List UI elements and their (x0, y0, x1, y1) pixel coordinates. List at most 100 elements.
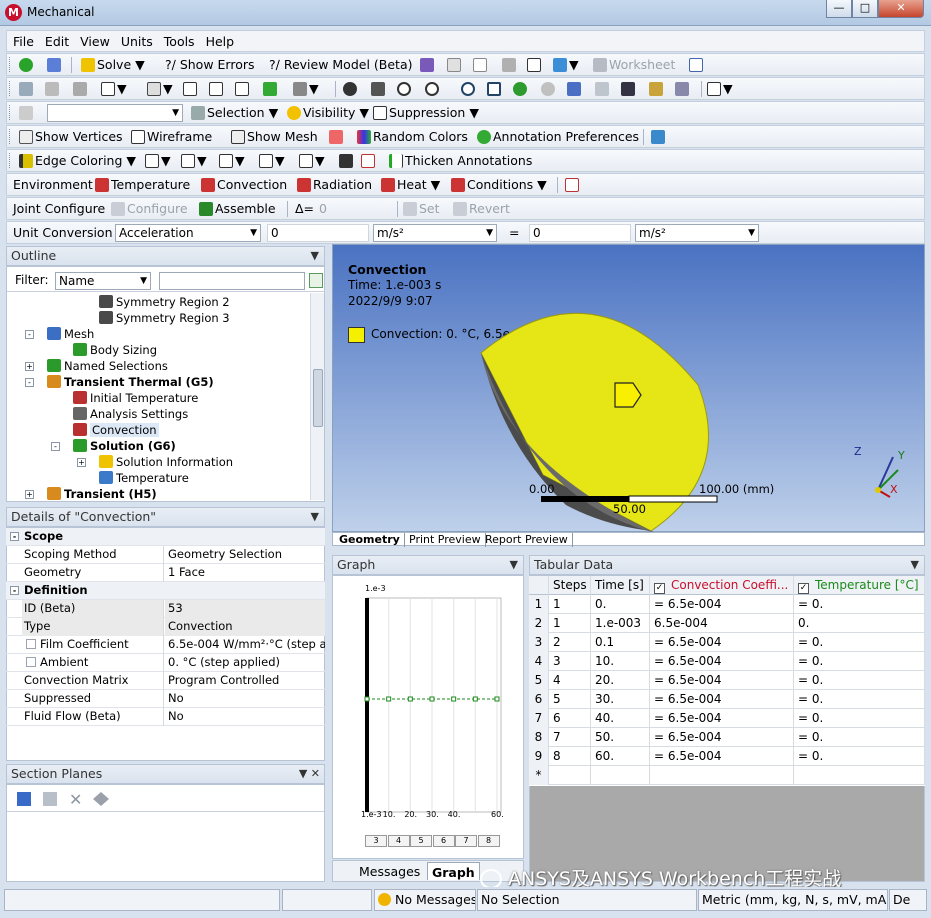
units-status[interactable]: Metric (mm, kg, N, s, mV, mA) (698, 889, 888, 911)
tab-graph[interactable]: Graph (427, 862, 480, 880)
close-button[interactable]: ✕ (878, 0, 924, 18)
pin-icon[interactable]: ▼ (911, 556, 919, 574)
edge-coloring-button[interactable]: Edge Coloring ▼ (19, 152, 136, 170)
table-cell[interactable]: = 6.5e-004 (650, 709, 794, 728)
thicken-annotations-button[interactable]: Thicken Annotations (389, 152, 532, 170)
expand-toggle[interactable]: - (51, 442, 60, 451)
minimize-button[interactable]: — (826, 0, 852, 18)
assemble-button[interactable]: Assemble (199, 200, 276, 218)
table-row[interactable]: 8 7 50. = 6.5e-004 = 0. (529, 728, 925, 747)
worksheet-button[interactable]: Worksheet (593, 56, 675, 74)
table-cell[interactable] (549, 766, 591, 785)
edge-style-1-icon[interactable]: ▼ (145, 152, 171, 170)
table-row[interactable]: 7 6 40. = 6.5e-004 = 0. (529, 709, 925, 728)
tree-item-named-selections[interactable]: Named Selections (47, 359, 168, 374)
table-cell[interactable]: 0. (591, 595, 650, 614)
table-cell[interactable]: 10. (591, 652, 650, 671)
set-button[interactable]: Set (403, 200, 440, 218)
show-section-icon[interactable] (93, 792, 109, 806)
expand-toggle[interactable]: + (77, 458, 86, 467)
table-cell[interactable]: = 0. (794, 595, 925, 614)
magnifier-gray-icon[interactable] (541, 80, 557, 98)
tab-print-preview[interactable]: Print Preview (405, 533, 486, 547)
edge-icon[interactable] (209, 80, 225, 98)
details-row[interactable]: Geometry 1 Face (6, 564, 325, 582)
collapse-toggle[interactable]: - (10, 586, 19, 595)
table-cell[interactable]: = 0. (794, 633, 925, 652)
details-row[interactable]: Film Coefficient 6.5e-004 W/mm²·°C (step … (6, 636, 325, 654)
table-cell[interactable]: = 0. (794, 728, 925, 747)
edge-style-3-icon[interactable]: ▼ (219, 152, 245, 170)
details-value[interactable]: Program Controlled (165, 672, 325, 690)
graph-nodes-icon[interactable] (47, 56, 63, 74)
table-header-cell[interactable]: Time [s] (591, 576, 650, 595)
table-header-cell[interactable] (529, 576, 549, 595)
table-row[interactable]: 6 5 30. = 6.5e-004 = 0. (529, 690, 925, 709)
table-cell[interactable]: 1 (549, 595, 591, 614)
extend-icon[interactable]: ▼ (293, 80, 319, 98)
tree-item-convection[interactable]: Convection (73, 423, 159, 438)
details-row[interactable]: - Scope (6, 528, 325, 546)
pin-icon[interactable]: ▼ (510, 556, 518, 574)
label-icon[interactable] (73, 80, 89, 98)
graph-step-cell[interactable]: 6 (432, 835, 455, 847)
table-cell[interactable]: 30. (591, 690, 650, 709)
rotate-icon[interactable] (343, 80, 359, 98)
graph-step-cell[interactable]: 5 (410, 835, 432, 847)
table-header-cell[interactable]: Steps (549, 576, 591, 595)
camera-icon[interactable] (621, 80, 637, 98)
table-cell[interactable]: = 6.5e-004 (650, 690, 794, 709)
solve-button[interactable]: Solve ▼ (81, 56, 145, 74)
suppression-button[interactable]: Suppression ▼ (373, 104, 479, 122)
parameter-checkbox[interactable] (26, 657, 36, 667)
delta-value[interactable]: 0 (319, 200, 327, 218)
maximize-button[interactable]: □ (852, 0, 878, 18)
details-value[interactable]: Geometry Selection (165, 546, 325, 564)
details-row[interactable]: Suppressed No (6, 690, 325, 708)
review-model-button[interactable]: ?∕ Review Model (Beta) (269, 56, 412, 74)
to-unit-select[interactable]: m/s² ▼ (635, 224, 759, 242)
table-cell[interactable]: = 6.5e-004 (650, 747, 794, 766)
tree-item-body-sizing[interactable]: Body Sizing (73, 343, 157, 358)
table-cell[interactable]: = 0. (794, 671, 925, 690)
outline-scrollbar[interactable] (310, 293, 324, 500)
menu-file[interactable]: File (7, 31, 39, 49)
edge-style-4-icon[interactable]: ▼ (259, 152, 285, 170)
table-cell[interactable] (650, 766, 794, 785)
table-header-cell[interactable]: ✓ Temperature [°C] (794, 576, 925, 595)
table-cell[interactable]: 50. (591, 728, 650, 747)
table-cell[interactable] (591, 766, 650, 785)
table-cell[interactable]: = 6.5e-004 (650, 652, 794, 671)
table-cell[interactable]: 6.5e-004 (650, 614, 794, 633)
help-pointer-icon[interactable] (689, 56, 705, 74)
commands-icon[interactable] (565, 176, 581, 194)
edge-style-2-icon[interactable]: ▼ (181, 152, 207, 170)
zoom-fit-icon[interactable] (461, 80, 477, 98)
zoom-to-fit-icon[interactable] (487, 80, 503, 98)
table-cell[interactable]: 5 (549, 690, 591, 709)
details-row[interactable]: Type Convection (6, 618, 325, 636)
table-row[interactable]: 4 3 10. = 6.5e-004 = 0. (529, 652, 925, 671)
filter-search-input[interactable] (159, 272, 305, 290)
details-value[interactable]: 6.5e-004 W/mm²·°C (step ap... (165, 636, 325, 654)
abc-icon[interactable] (447, 56, 463, 74)
tag-icon[interactable] (675, 80, 691, 98)
select-icon[interactable] (19, 80, 35, 98)
table-cell[interactable]: = 6.5e-004 (650, 633, 794, 652)
graph-step-cell[interactable]: 8 (477, 835, 500, 847)
select-mode-icon[interactable] (45, 80, 61, 98)
table-cell[interactable]: = 0. (794, 747, 925, 766)
chart-icon[interactable] (473, 56, 489, 74)
edge-toggle-icon[interactable] (361, 152, 377, 170)
table-cell[interactable]: 8 (549, 747, 591, 766)
menu-help[interactable]: Help (200, 31, 240, 49)
table-cell[interactable]: = 6.5e-004 (650, 595, 794, 614)
details-row[interactable]: Scoping Method Geometry Selection (6, 546, 325, 564)
expand-toggle[interactable]: - (25, 378, 34, 387)
configure-button[interactable]: Configure (111, 200, 188, 218)
tree-item-transient-thermal[interactable]: Transient Thermal (G5) (47, 375, 214, 390)
visibility-button[interactable]: Visibility ▼ (287, 104, 369, 122)
selection-button[interactable]: Selection ▼ (191, 104, 278, 122)
table-cell[interactable]: 4 (549, 671, 591, 690)
tree-item-symmetry-region-3[interactable]: Symmetry Region 3 (99, 311, 230, 326)
